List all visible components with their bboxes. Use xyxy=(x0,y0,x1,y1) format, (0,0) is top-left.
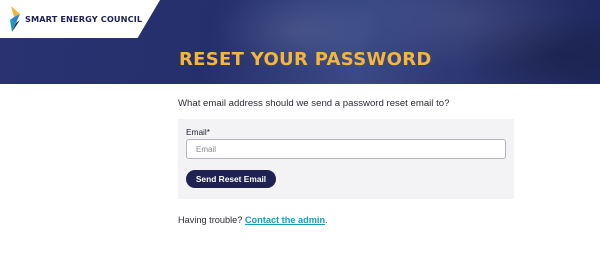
help-text: Having trouble? Contact the admin. xyxy=(178,215,328,225)
brand-name: SMART ENERGY COUNCIL xyxy=(25,14,143,24)
send-reset-email-button[interactable]: Send Reset Email xyxy=(186,170,276,188)
sec-logo-icon xyxy=(10,6,20,32)
help-prefix: Having trouble? xyxy=(178,215,243,225)
email-label: Email* xyxy=(186,127,210,137)
reset-form: Email* Send Reset Email xyxy=(178,119,514,199)
hero-banner: SMART ENERGY COUNCIL RESET YOUR PASSWORD xyxy=(0,0,600,84)
logo-panel[interactable]: SMART ENERGY COUNCIL xyxy=(0,0,160,38)
email-field[interactable] xyxy=(186,139,506,159)
help-suffix: . xyxy=(325,215,328,225)
reset-prompt: What email address should we send a pass… xyxy=(178,98,450,109)
contact-admin-link[interactable]: Contact the admin xyxy=(245,215,325,225)
page-title: RESET YOUR PASSWORD xyxy=(179,49,432,70)
